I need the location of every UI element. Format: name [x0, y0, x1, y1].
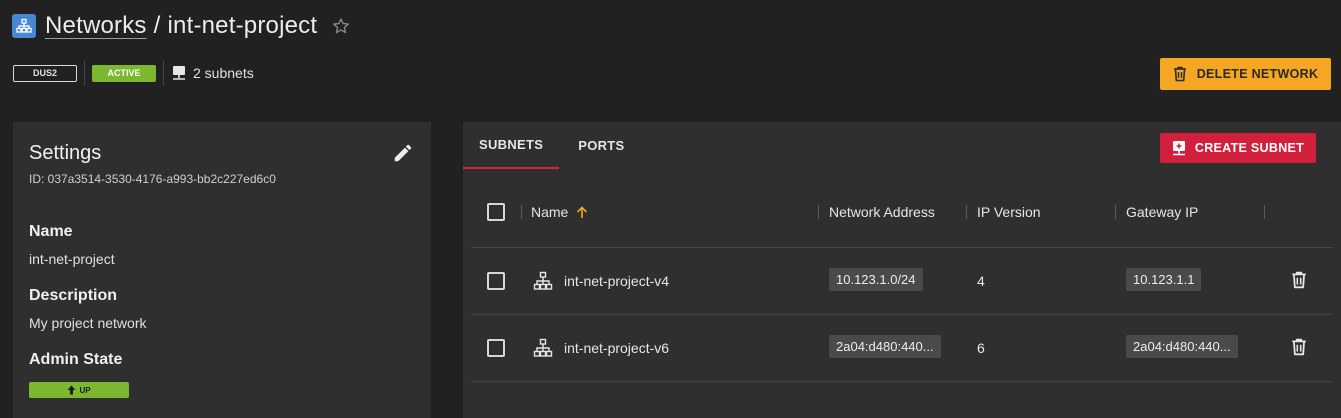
- network-address-chip: 2a04:d480:440...: [829, 335, 941, 358]
- edit-icon[interactable]: [392, 142, 414, 164]
- admin-state-value: UP: [79, 385, 91, 395]
- delete-subnet-icon[interactable]: [1291, 271, 1309, 291]
- star-outline-icon[interactable]: [331, 15, 353, 37]
- description-label: Description: [29, 287, 118, 304]
- add-subnet-icon: [1172, 141, 1185, 156]
- select-all-checkbox[interactable]: [487, 203, 505, 221]
- tab-bar: SUBNETS PORTS: [463, 122, 641, 169]
- create-subnet-button[interactable]: CREATE SUBNET: [1160, 133, 1316, 163]
- settings-title: Settings: [29, 142, 102, 164]
- region-badge: DUS2: [13, 64, 77, 82]
- page-header: Networks / int-net-project: [12, 9, 353, 43]
- subnet-name-cell: int-net-project-v4: [533, 271, 669, 291]
- arrow-up-icon: [67, 385, 76, 395]
- subnet-name-cell: int-net-project-v6: [533, 338, 669, 358]
- table-header: Name Network Address IP Version Gateway …: [471, 186, 1333, 248]
- column-divider: [966, 205, 967, 219]
- name-value: int-net-project: [29, 251, 115, 267]
- status-badge: ACTIVE: [92, 64, 156, 82]
- gateway-ip-chip: 10.123.1.1: [1126, 268, 1202, 291]
- table-row[interactable]: int-net-project-v6 2a04:d480:440... 6 2a…: [471, 315, 1333, 382]
- gateway-ip-chip: 2a04:d480:440...: [1126, 335, 1238, 358]
- subnets-count: 2 subnets: [171, 65, 254, 81]
- row-checkbox[interactable]: [487, 339, 505, 357]
- create-subnet-label: CREATE SUBNET: [1194, 141, 1305, 155]
- settings-card: Settings ID: 037a3514-3530-4176-a993-bb2…: [13, 122, 431, 418]
- subnet-name[interactable]: int-net-project-v4: [564, 273, 669, 289]
- admin-state-badge: UP: [29, 382, 129, 398]
- column-divider: [521, 205, 522, 219]
- network-icon: [12, 14, 36, 38]
- column-divider: [818, 205, 819, 219]
- tab-subnets[interactable]: SUBNETS: [463, 122, 560, 169]
- subnet-count-icon: [173, 66, 185, 80]
- name-label: Name: [29, 223, 73, 240]
- breadcrumb-networks[interactable]: Networks: [45, 12, 147, 40]
- admin-state-label: Admin State: [29, 351, 123, 368]
- divider: [84, 60, 85, 86]
- sort-ascending-icon: [577, 205, 588, 218]
- column-header-name[interactable]: Name: [531, 202, 588, 222]
- tab-ports[interactable]: PORTS: [562, 122, 640, 169]
- table-row[interactable]: int-net-project-v4 10.123.1.0/24 4 10.12…: [471, 248, 1333, 315]
- breadcrumb-separator: /: [153, 12, 161, 39]
- column-divider: [1264, 205, 1265, 219]
- subnet-icon: [533, 338, 553, 357]
- column-header-network-address[interactable]: Network Address: [829, 202, 935, 222]
- row-checkbox[interactable]: [487, 272, 505, 290]
- network-name: int-net-project: [167, 12, 318, 39]
- page-title: Networks / int-net-project: [45, 12, 317, 40]
- column-header-ip-version[interactable]: IP Version: [977, 202, 1041, 222]
- network-meta: DUS2 ACTIVE 2 subnets: [13, 60, 254, 86]
- subnets-count-label: 2 subnets: [193, 65, 254, 81]
- delete-network-label: DELETE NETWORK: [1196, 67, 1319, 81]
- delete-network-button[interactable]: DELETE NETWORK: [1160, 58, 1331, 90]
- ip-version-cell: 4: [977, 273, 985, 289]
- column-divider: [1115, 205, 1116, 219]
- subnets-panel: SUBNETS PORTS CREATE SUBNET Name Network…: [463, 122, 1341, 418]
- delete-subnet-icon[interactable]: [1291, 338, 1309, 358]
- subnet-icon: [533, 271, 553, 290]
- network-id: ID: 037a3514-3530-4176-a993-bb2c227ed6c0: [29, 172, 276, 186]
- ip-version-cell: 6: [977, 340, 985, 356]
- network-address-chip: 10.123.1.0/24: [829, 268, 923, 291]
- subnet-name[interactable]: int-net-project-v6: [564, 340, 669, 356]
- description-value: My project network: [29, 315, 147, 331]
- subnets-table: Name Network Address IP Version Gateway …: [471, 186, 1333, 382]
- divider: [163, 60, 164, 86]
- trash-icon: [1173, 66, 1186, 82]
- column-header-gateway-ip[interactable]: Gateway IP: [1126, 202, 1198, 222]
- column-header-name-label: Name: [531, 204, 569, 220]
